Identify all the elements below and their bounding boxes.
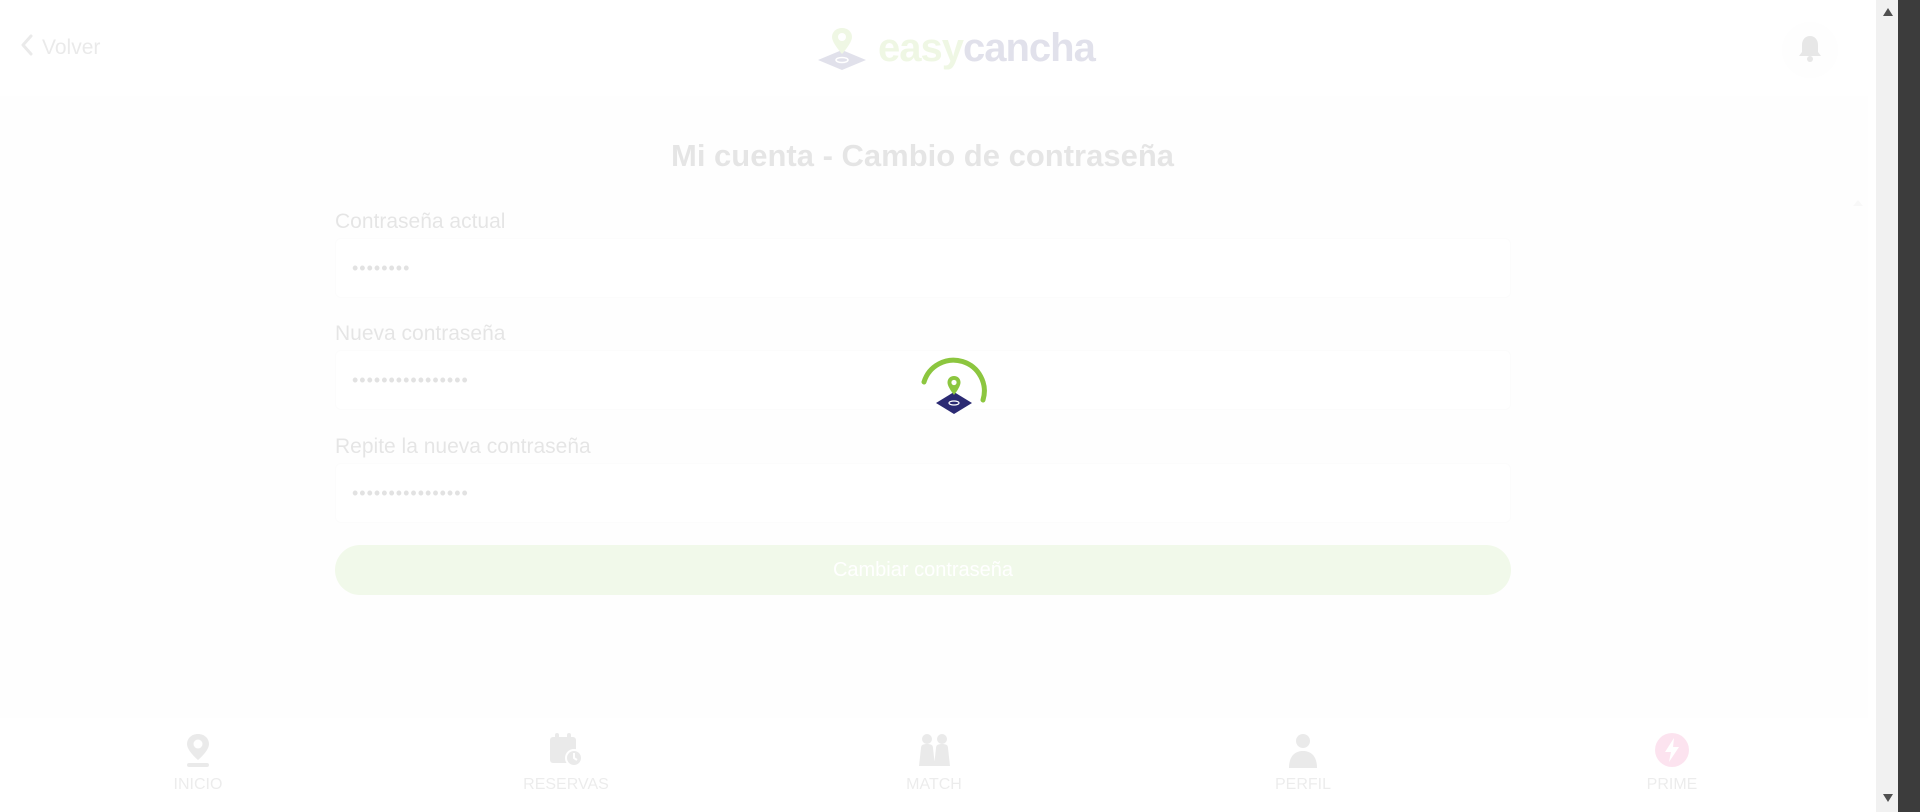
window-scrollbar[interactable] [1868, 0, 1920, 812]
nav-item-match[interactable]: MATCH [864, 728, 1004, 794]
current-password-field[interactable] [335, 238, 1511, 298]
back-button[interactable]: Volver [20, 34, 100, 61]
easycancha-logo[interactable]: easycancha [816, 24, 1096, 72]
nav-label-prime: PRIME [1646, 776, 1698, 793]
new-password-label: Nueva contraseña [335, 322, 506, 345]
logo-text: easycancha [878, 26, 1096, 70]
notifications-button[interactable] [1782, 22, 1838, 78]
scrollbar-thumb[interactable] [1898, 0, 1920, 812]
bell-icon [1797, 34, 1823, 67]
nav-item-perfil[interactable]: PERFIL [1233, 728, 1373, 794]
nav-label-reservas: RESERVAS [523, 776, 609, 793]
back-label: Volver [42, 35, 101, 59]
current-password-label: Contraseña actual [335, 210, 506, 233]
nav-item-inicio[interactable]: INICIO [128, 728, 268, 794]
bottom-nav: INICIO RESERVAS MATCH PERFIL PRIME [0, 718, 1868, 812]
repeat-password-label: Repite la nueva contraseña [335, 435, 591, 458]
logo-pin-icon [816, 24, 868, 72]
content-scroll-up-icon[interactable] [1852, 196, 1864, 208]
scroll-down-icon[interactable] [1878, 790, 1898, 806]
change-password-button[interactable]: Cambiar contraseña [335, 545, 1511, 595]
top-header: Volver easycancha [0, 0, 1868, 96]
nav-label-inicio: INICIO [173, 776, 223, 793]
logo-text-cancha: cancha [962, 26, 1096, 70]
app-window: Volver easycancha Mi cuenta - Cambio de … [0, 0, 1868, 812]
nav-label-perfil: PERFIL [1274, 776, 1331, 793]
page-title: Mi cuenta - Cambio de contraseña [671, 138, 1174, 173]
repeat-password-field[interactable] [335, 463, 1511, 523]
scroll-up-icon[interactable] [1878, 4, 1898, 20]
bolt-badge-icon [1602, 728, 1742, 772]
person-icon [1233, 728, 1373, 772]
loading-spinner [914, 354, 994, 426]
nav-item-reservas[interactable]: RESERVAS [496, 728, 636, 794]
chevron-left-icon [20, 34, 34, 61]
players-icon [864, 728, 1004, 772]
location-pin-icon [128, 728, 268, 772]
logo-text-easy: easy [878, 26, 964, 70]
nav-item-prime[interactable]: PRIME [1602, 728, 1742, 794]
nav-label-match: MATCH [906, 776, 962, 793]
calendar-clock-icon [496, 728, 636, 772]
